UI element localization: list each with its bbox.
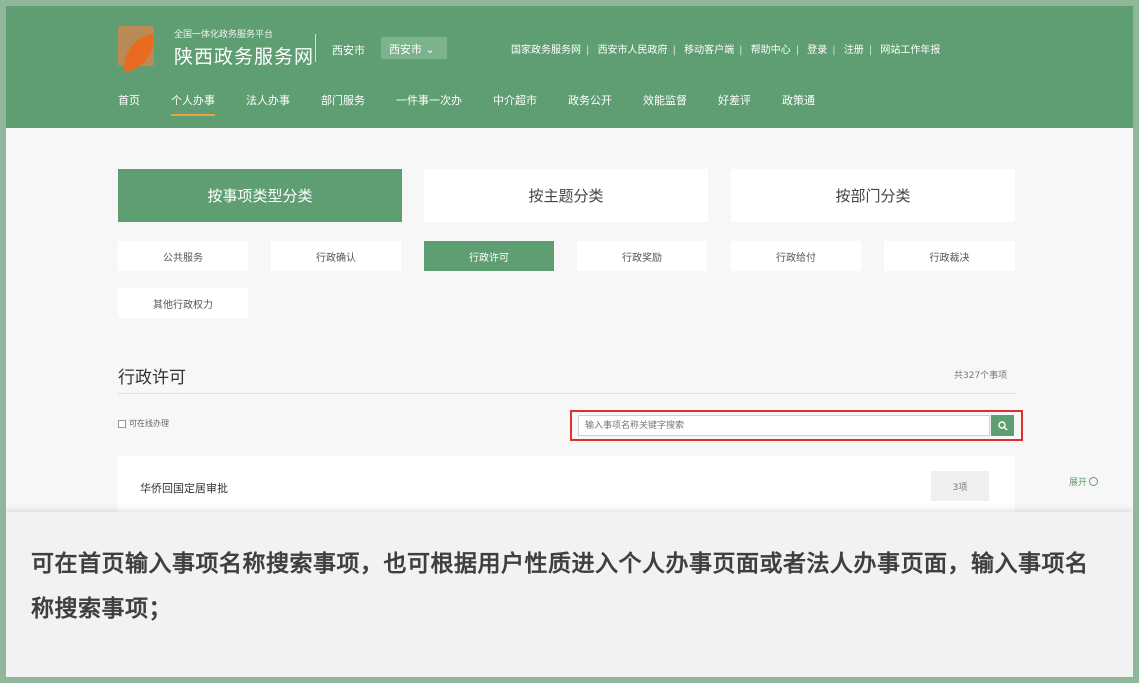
list-item[interactable]: 华侨回国定居审批 3项 bbox=[118, 456, 1015, 518]
nav-agency-market[interactable]: 中介超市 bbox=[493, 92, 537, 116]
logo-divider bbox=[315, 34, 316, 62]
city-label: 西安市 bbox=[332, 44, 365, 57]
nav-one-thing[interactable]: 一件事一次办 bbox=[396, 92, 462, 116]
nav-gov-affairs[interactable]: 政务公开 bbox=[568, 92, 612, 116]
subtab-public-service[interactable]: 公共服务 bbox=[118, 241, 248, 271]
top-link-annual-report[interactable]: 网站工作年报 bbox=[880, 45, 940, 56]
expand-icon bbox=[1089, 477, 1099, 486]
top-link-help[interactable]: 帮助中心 bbox=[751, 45, 791, 56]
subtab-reward[interactable]: 行政奖励 bbox=[577, 241, 707, 271]
tab-by-theme[interactable]: 按主题分类 bbox=[424, 169, 708, 222]
city-select-value: 西安市 bbox=[389, 43, 422, 56]
nav-corporate[interactable]: 法人办事 bbox=[246, 92, 290, 116]
online-filter[interactable]: 可在线办理 bbox=[118, 418, 169, 429]
online-checkbox[interactable] bbox=[118, 419, 126, 428]
subtab-confirmation[interactable]: 行政确认 bbox=[271, 241, 401, 271]
screenshot-frame: 全国一体化政务服务平台 陕西政务服务网 西安市 西安市 ⌄ 国家政务服务网 | 西… bbox=[6, 6, 1133, 677]
tab-by-department[interactable]: 按部门分类 bbox=[731, 169, 1015, 222]
expand-link[interactable]: 展开 bbox=[1069, 475, 1099, 488]
caption-text: 可在首页输入事项名称搜索事项，也可根据用户性质进入个人办事页面或者法人办事页面，… bbox=[31, 551, 1089, 622]
nav-home[interactable]: 首页 bbox=[118, 92, 140, 116]
item-name[interactable]: 华侨回国定居审批 bbox=[140, 480, 228, 496]
city-select[interactable]: 西安市 ⌄ bbox=[381, 37, 447, 59]
logo-subtitle: 全国一体化政务服务平台 bbox=[174, 30, 274, 40]
top-link-city-gov[interactable]: 西安市人民政府 bbox=[598, 45, 668, 56]
top-link-register[interactable]: 注册 bbox=[844, 45, 864, 56]
subtab-licensing[interactable]: 行政许可 bbox=[424, 241, 554, 271]
nav-supervision[interactable]: 效能监督 bbox=[643, 92, 687, 116]
top-link-login[interactable]: 登录 bbox=[807, 45, 827, 56]
logo-title[interactable]: 陕西政务服务网 bbox=[174, 42, 314, 69]
site-header: 全国一体化政务服务平台 陕西政务服务网 西安市 西安市 ⌄ 国家政务服务网 | 西… bbox=[6, 6, 1133, 128]
search-input[interactable] bbox=[578, 415, 990, 436]
item-count: 共327个事项 bbox=[954, 371, 1008, 381]
subtab-other-powers[interactable]: 其他行政权力 bbox=[118, 288, 248, 318]
chevron-down-icon: ⌄ bbox=[425, 43, 435, 56]
search-icon bbox=[997, 420, 1008, 431]
nav-policy[interactable]: 政策通 bbox=[782, 92, 815, 116]
online-filter-label: 可在线办理 bbox=[129, 419, 169, 428]
tab-by-type[interactable]: 按事项类型分类 bbox=[118, 169, 402, 222]
item-badge[interactable]: 3项 bbox=[931, 471, 989, 501]
logo-icon bbox=[118, 26, 159, 73]
section-title: 行政许可 bbox=[118, 368, 186, 388]
top-links: 国家政务服务网 | 西安市人民政府 | 移动客户端 | 帮助中心 | 登录 | 注册 | 网… bbox=[511, 45, 941, 56]
subtab-ruling[interactable]: 行政裁决 bbox=[884, 241, 1015, 271]
top-link-mobile[interactable]: 移动客户端 bbox=[684, 45, 734, 56]
expand-label: 展开 bbox=[1069, 478, 1088, 488]
nav-department[interactable]: 部门服务 bbox=[321, 92, 365, 116]
main-nav: 首页 个人办事 法人办事 部门服务 一件事一次办 中介超市 政务公开 效能监督 … bbox=[118, 92, 846, 122]
top-link-national[interactable]: 国家政务服务网 bbox=[511, 45, 581, 56]
caption-panel: 可在首页输入事项名称搜索事项，也可根据用户性质进入个人办事页面或者法人办事页面，… bbox=[6, 512, 1133, 677]
nav-rating[interactable]: 好差评 bbox=[718, 92, 751, 116]
section-divider bbox=[118, 393, 1015, 394]
nav-personal[interactable]: 个人办事 bbox=[171, 92, 215, 116]
subtab-payment[interactable]: 行政给付 bbox=[731, 241, 861, 271]
search-button[interactable] bbox=[991, 415, 1014, 436]
